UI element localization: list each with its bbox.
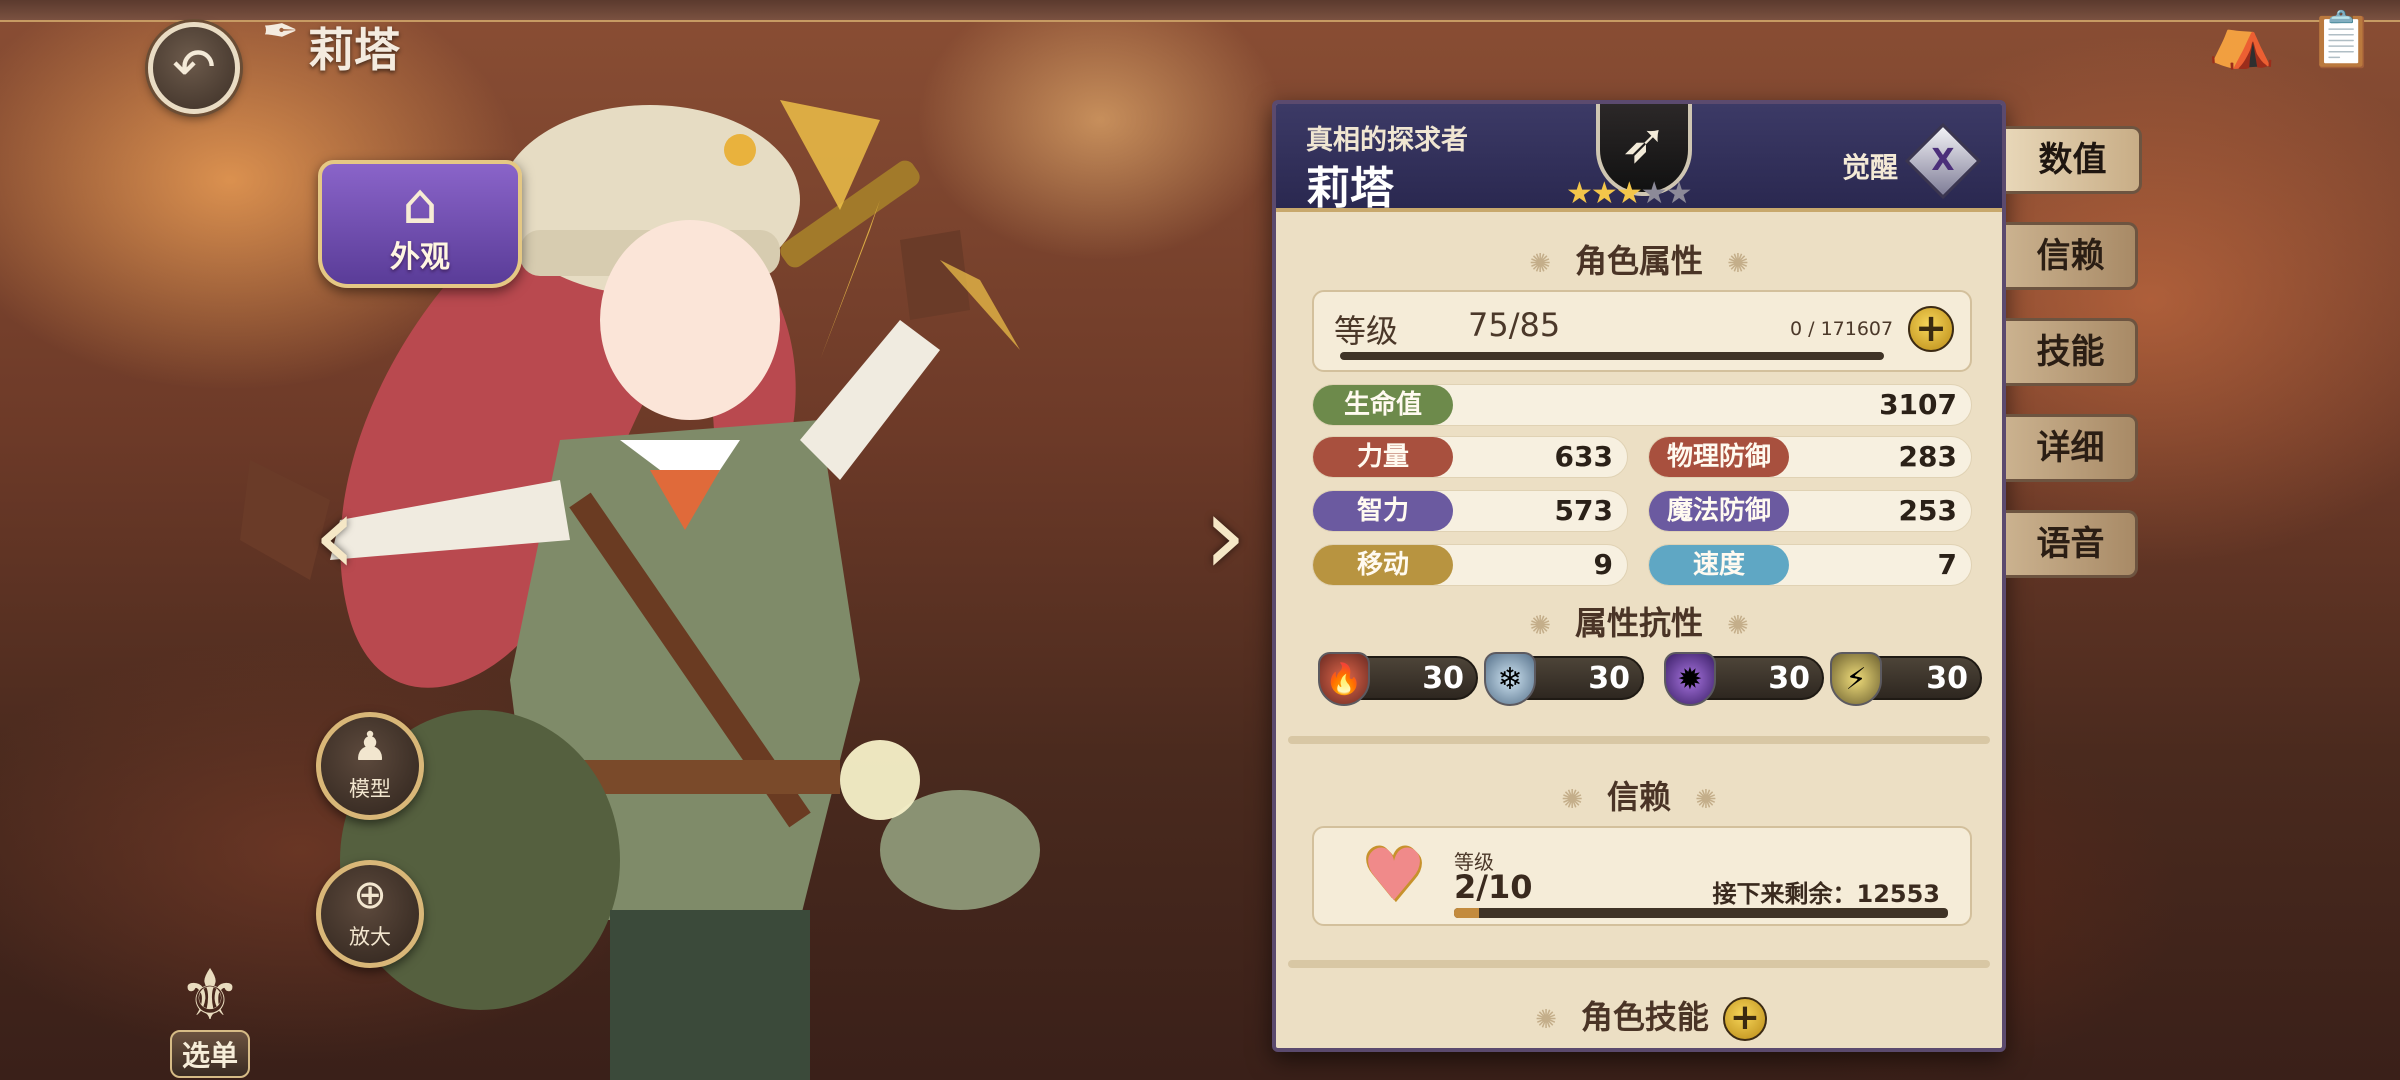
stat-value: 7 — [1937, 548, 1957, 581]
trust-level-value: 2/10 — [1454, 868, 1533, 906]
notebook-icon[interactable]: 📋 — [2306, 4, 2378, 76]
trust-remaining: 接下来剩余：12553 — [1712, 880, 1941, 908]
stat-label: 速度 — [1649, 545, 1789, 585]
stat-row-speed: 速度 7 — [1648, 544, 1972, 586]
stat-value: 253 — [1898, 494, 1957, 527]
resistance-section-title: ✺ 属性抗性 ✺ — [1529, 604, 1749, 642]
awaken-label: 觉醒 — [1842, 151, 1899, 184]
trust-section-title: ✺ 信赖 ✺ — [1561, 778, 1717, 816]
stat-value: 283 — [1898, 440, 1957, 473]
stat-row-physical-defense: 物理防御 283 — [1648, 436, 1972, 478]
previous-character-arrow[interactable]: ‹ — [300, 470, 370, 600]
dark-shield-icon: ✹ — [1664, 652, 1716, 706]
tab-details[interactable]: 详细 — [2006, 414, 2138, 482]
fire-shield-icon: 🔥 — [1318, 652, 1370, 706]
back-button[interactable]: ↶ — [148, 22, 240, 114]
tab-stats[interactable]: 数值 — [2006, 126, 2142, 194]
experience-value: 0 / 171607 — [1790, 318, 1894, 340]
attributes-section-title: ✺ 角色属性 ✺ — [1529, 242, 1749, 280]
stat-value: 3107 — [1879, 388, 1957, 421]
hanger-icon: ⌂ — [402, 172, 438, 237]
stat-label: 生命值 — [1313, 385, 1453, 425]
fleur-icon: ⚜ — [178, 954, 242, 1036]
section-divider — [1288, 960, 1990, 968]
stat-label: 物理防御 — [1649, 437, 1789, 477]
experience-bar — [1340, 352, 1884, 360]
star-icon: ★ — [1615, 176, 1643, 211]
back-arrow-icon: ↶ — [172, 38, 216, 98]
trust-progress-bar — [1454, 908, 1948, 918]
character-info-panel: 真相的探求者 莉塔 ➶ ★★★★★ 觉醒 Ⅹ ✺ 角色属性 ✺ 等级 75/85 0… — [1272, 100, 2006, 1052]
level-value: 75/85 — [1468, 306, 1561, 344]
magnifier-plus-icon: ⊕ — [353, 872, 387, 918]
level-label: 等级 — [1334, 312, 1399, 350]
stat-row-hp: 生命值 3107 — [1312, 384, 1972, 426]
heart-icon: ♥ — [1361, 833, 1427, 917]
quill-icon: ✒ — [262, 6, 299, 57]
level-up-plus-button[interactable]: + — [1908, 306, 1954, 352]
ornament-icon: ✺ — [1695, 785, 1717, 815]
stat-label: 移动 — [1313, 545, 1453, 585]
ornament-icon: ✺ — [1529, 249, 1551, 279]
stat-value: 573 — [1554, 494, 1613, 527]
tab-trust[interactable]: 信赖 — [2006, 222, 2138, 290]
next-character-arrow[interactable]: › — [1190, 470, 1260, 600]
ornament-icon: ✺ — [1561, 785, 1583, 815]
star-icon: ★ — [1665, 176, 1693, 211]
ornament-icon: ✺ — [1529, 611, 1551, 641]
lightning-shield-icon: ⚡ — [1830, 652, 1882, 706]
ornament-icon: ✺ — [1727, 611, 1749, 641]
character-name: 莉塔 — [1306, 163, 1394, 214]
tab-skills[interactable]: 技能 — [2006, 318, 2138, 386]
zoom-label: 放大 — [349, 925, 391, 949]
stat-row-intelligence: 智力 573 — [1312, 490, 1628, 532]
level-box: 等级 75/85 0 / 171607 + — [1312, 290, 1972, 372]
add-skill-plus-button[interactable]: + — [1722, 997, 1767, 1041]
tent-icon[interactable]: ⛺ — [2206, 4, 2278, 76]
skills-section-title: ✺ 角色技能 + — [1276, 992, 2002, 1041]
ornament-icon: ✺ — [1535, 1005, 1557, 1035]
menu-label: 选单 — [169, 1030, 250, 1078]
pawn-icon: ♟ — [352, 724, 388, 770]
ornament-icon: ✺ — [1727, 249, 1749, 279]
star-icon: ★ — [1590, 176, 1618, 211]
stat-row-strength: 力量 633 — [1312, 436, 1628, 478]
stat-label: 魔法防御 — [1649, 491, 1789, 531]
resistance-value: 30 — [1768, 661, 1810, 696]
resistance-fire: 🔥 30 — [1318, 652, 1478, 706]
stat-row-move: 移动 9 — [1312, 544, 1628, 586]
appearance-button[interactable]: ⌂ 外观 — [318, 160, 522, 288]
resistance-value: 30 — [1422, 661, 1464, 696]
star-icon: ★ — [1640, 176, 1668, 211]
star-rating: ★★★★★ — [1566, 176, 1693, 211]
trust-box: ♥ 等级 2/10 接下来剩余：12553 — [1312, 826, 1972, 926]
panel-header: 真相的探求者 莉塔 ➶ ★★★★★ 觉醒 Ⅹ — [1276, 104, 2002, 214]
resistance-value: 30 — [1588, 661, 1630, 696]
resistance-lightning: ⚡ 30 — [1830, 652, 1982, 706]
tab-voice[interactable]: 语音 — [2006, 510, 2138, 578]
awaken-badge-icon[interactable]: Ⅹ — [1904, 122, 1982, 200]
resistance-dark: ✹ 30 — [1664, 652, 1824, 706]
model-button[interactable]: ♟ 模型 — [316, 712, 424, 820]
appearance-label: 外观 — [390, 240, 450, 275]
stat-label: 力量 — [1313, 437, 1453, 477]
resistance-ice: ❄ 30 — [1484, 652, 1644, 706]
stat-row-magic-defense: 魔法防御 253 — [1648, 490, 1972, 532]
stat-label: 智力 — [1313, 491, 1453, 531]
ice-shield-icon: ❄ — [1484, 652, 1536, 706]
zoom-button[interactable]: ⊕ 放大 — [316, 860, 424, 968]
stat-value: 9 — [1593, 548, 1613, 581]
star-icon: ★ — [1566, 176, 1593, 211]
model-label: 模型 — [349, 777, 391, 801]
resistance-value: 30 — [1926, 661, 1968, 696]
page-title: 莉塔 — [308, 23, 400, 77]
section-divider — [1288, 736, 1990, 744]
stat-value: 633 — [1554, 440, 1613, 473]
menu-button[interactable]: ⚜ 选单 — [130, 960, 290, 1080]
